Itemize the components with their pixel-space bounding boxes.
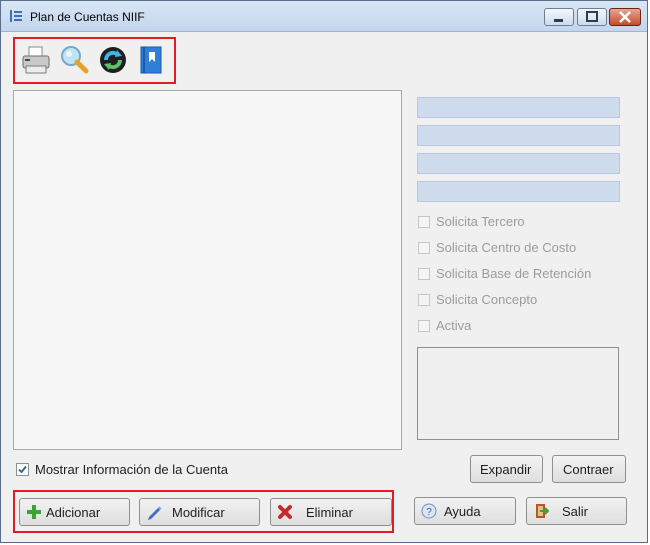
search-button[interactable] — [58, 44, 90, 76]
main-window: Plan de Cuentas NIIF Solicita Tercero So… — [0, 0, 648, 543]
account-field-2[interactable] — [417, 125, 620, 146]
expand-label: Expandir — [480, 462, 532, 477]
account-tree-panel[interactable] — [13, 90, 402, 450]
refresh-icon — [100, 47, 126, 73]
bookmark-button[interactable] — [135, 44, 167, 76]
refresh-button[interactable] — [97, 44, 129, 76]
title-bar[interactable]: Plan de Cuentas NIIF — [1, 1, 647, 32]
plus-icon — [27, 505, 41, 519]
checkbox-box[interactable] — [418, 268, 430, 280]
help-icon: ? — [421, 503, 437, 519]
delete-label: Eliminar — [306, 505, 353, 520]
maximize-icon — [586, 11, 598, 22]
checkbox-box[interactable] — [418, 216, 430, 228]
checkbox-label: Activa — [436, 318, 472, 333]
window-title: Plan de Cuentas NIIF — [30, 10, 145, 24]
checkbox-label: Solicita Base de Retención — [436, 266, 592, 281]
delete-x-icon — [278, 505, 292, 519]
checkbox-box[interactable] — [418, 320, 430, 332]
help-label: Ayuda — [444, 504, 481, 519]
exit-label: Salir — [562, 504, 589, 519]
checkbox-box[interactable] — [418, 242, 430, 254]
exit-door-icon — [536, 504, 549, 518]
expand-button[interactable]: Expandir — [470, 455, 543, 483]
account-field-4[interactable] — [417, 181, 620, 202]
add-label: Adicionar — [46, 505, 101, 520]
pencil-icon — [148, 506, 162, 520]
checkmark-icon — [18, 465, 27, 474]
app-list-icon — [10, 10, 22, 22]
checkbox-box[interactable] — [16, 463, 29, 476]
help-button[interactable]: ? Ayuda — [414, 497, 516, 525]
close-icon — [619, 11, 631, 23]
checkbox-box[interactable] — [418, 294, 430, 306]
book-icon — [140, 46, 162, 74]
checkbox-label: Solicita Tercero — [436, 214, 525, 229]
modify-button[interactable]: Modificar — [139, 498, 260, 526]
collapse-label: Contraer — [563, 462, 614, 477]
account-field-3[interactable] — [417, 153, 620, 174]
delete-button[interactable]: Eliminar — [270, 498, 392, 526]
minimize-icon — [554, 19, 563, 22]
checkbox-label: Solicita Centro de Costo — [436, 240, 577, 255]
close-button[interactable] — [609, 8, 641, 26]
search-icon — [61, 46, 89, 74]
modify-label: Modificar — [172, 505, 225, 520]
account-field-1[interactable] — [417, 97, 620, 118]
collapse-button[interactable]: Contraer — [552, 455, 626, 483]
checkbox-label: Solicita Concepto — [436, 292, 538, 307]
account-notes-box[interactable] — [417, 347, 619, 440]
minimize-button[interactable] — [544, 8, 574, 26]
exit-button[interactable]: Salir — [526, 497, 627, 525]
print-button[interactable] — [20, 44, 52, 76]
show-account-info-label: Mostrar Información de la Cuenta — [35, 462, 228, 477]
maximize-button[interactable] — [577, 8, 607, 26]
printer-icon — [22, 46, 50, 74]
add-button[interactable]: Adicionar — [19, 498, 130, 526]
svg-text:?: ? — [426, 507, 432, 518]
